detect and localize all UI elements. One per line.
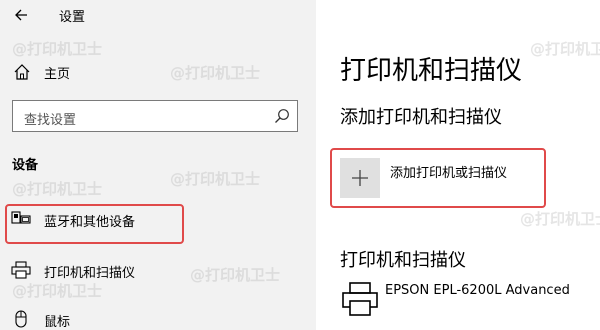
section-header-devices: 设备 bbox=[12, 158, 39, 173]
sidebar-item-home[interactable]: 主页 bbox=[0, 56, 316, 88]
sidebar-item-printers[interactable]: 打印机和扫描仪 bbox=[0, 253, 316, 287]
sidebar-item-label: 打印机和扫描仪 bbox=[44, 266, 136, 281]
printer-icon bbox=[342, 282, 378, 316]
sidebar-item-label: 鼠标 bbox=[44, 315, 71, 330]
highlight-box bbox=[330, 148, 546, 208]
printer-icon bbox=[11, 261, 31, 279]
sidebar: 设置 主页 查找设置 设备 蓝牙和其他设备 打印机和扫描仪 鼠标 bbox=[0, 0, 316, 330]
home-icon bbox=[14, 64, 30, 80]
back-arrow-icon bbox=[15, 9, 27, 21]
app-title: 设置 bbox=[59, 10, 86, 25]
printer-list-item[interactable]: EPSON EPL-6200L Advanced bbox=[340, 280, 590, 320]
printer-name: EPSON EPL-6200L Advanced bbox=[385, 283, 570, 298]
mouse-icon bbox=[15, 310, 27, 328]
add-section-header: 添加打印机和扫描仪 bbox=[340, 107, 502, 128]
search-input[interactable]: 查找设置 bbox=[12, 100, 298, 132]
highlight-box bbox=[5, 204, 184, 244]
search-icon[interactable] bbox=[274, 108, 290, 124]
titlebar: 设置 bbox=[0, 0, 316, 30]
printers-list-header: 打印机和扫描仪 bbox=[340, 250, 466, 271]
page-title: 打印机和扫描仪 bbox=[340, 56, 523, 86]
sidebar-item-label: 主页 bbox=[44, 67, 71, 82]
back-button[interactable] bbox=[10, 4, 32, 26]
search-placeholder: 查找设置 bbox=[24, 113, 77, 128]
sidebar-item-mouse[interactable]: 鼠标 bbox=[0, 302, 316, 330]
main-panel: 打印机和扫描仪 添加打印机和扫描仪 添加打印机或扫描仪 打印机和扫描仪 EPSO… bbox=[316, 0, 600, 330]
